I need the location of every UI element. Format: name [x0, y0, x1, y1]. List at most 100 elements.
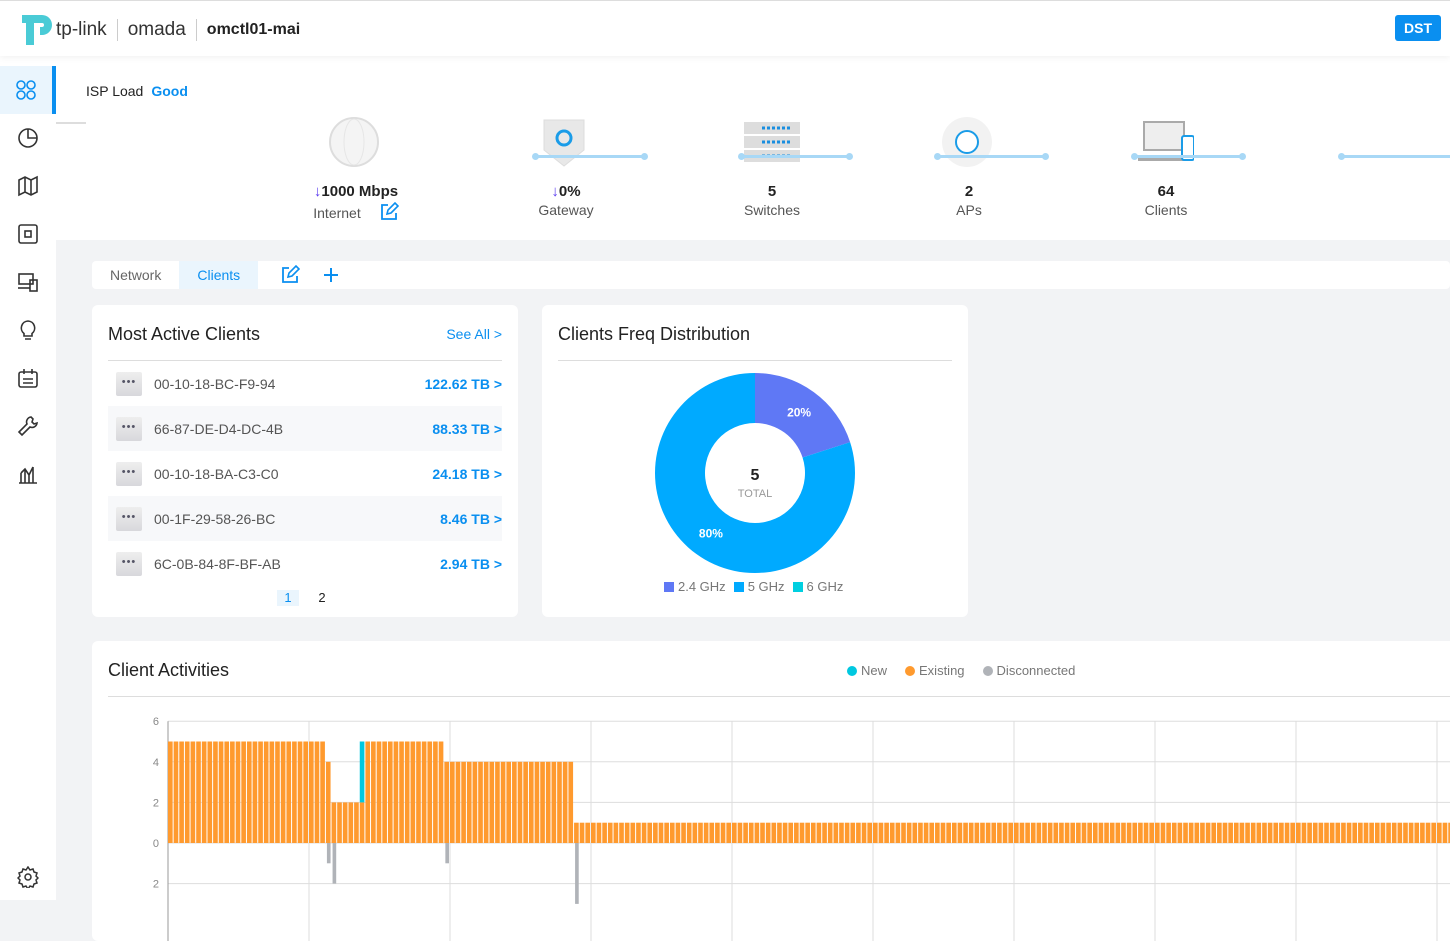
bar-existing[interactable] — [506, 761, 512, 843]
tab-clients[interactable]: Clients — [179, 261, 259, 289]
add-icon[interactable] — [322, 266, 340, 284]
edit-icon[interactable] — [280, 265, 301, 285]
bar-existing[interactable] — [201, 741, 207, 844]
bar-existing[interactable] — [213, 741, 218, 844]
client-row[interactable]: ••• 00-10-18-BA-C3-C0 24.18 TB > — [108, 451, 502, 496]
sidebar-item-reports[interactable] — [0, 450, 56, 498]
bar-existing[interactable] — [438, 741, 444, 844]
bar-existing[interactable] — [974, 822, 980, 843]
bar-existing[interactable] — [1358, 822, 1363, 843]
bar-existing[interactable] — [765, 822, 771, 843]
topology-node-clients[interactable]: 64 Clients — [1096, 116, 1236, 218]
bar-existing[interactable] — [551, 761, 557, 843]
sidebar-item-logs[interactable] — [0, 354, 56, 402]
bar-existing[interactable] — [1042, 822, 1047, 843]
bar-existing[interactable] — [1002, 822, 1008, 843]
bar-existing[interactable] — [512, 761, 517, 843]
bar-existing[interactable] — [354, 802, 359, 843]
bar-existing[interactable] — [1431, 822, 1436, 843]
bar-existing[interactable] — [1403, 822, 1408, 843]
bar-existing[interactable] — [224, 741, 230, 844]
bar-existing[interactable] — [292, 741, 297, 844]
bar-existing[interactable] — [1341, 822, 1346, 843]
bar-existing[interactable] — [331, 802, 337, 843]
bar-existing[interactable] — [528, 761, 534, 843]
bar-existing[interactable] — [523, 761, 528, 843]
bar-existing[interactable] — [466, 761, 472, 843]
bar-existing[interactable] — [489, 761, 495, 843]
bar-existing[interactable] — [929, 822, 935, 843]
bar-existing[interactable] — [613, 822, 619, 843]
bar-existing[interactable] — [393, 741, 399, 844]
bar-existing[interactable] — [997, 822, 1002, 843]
bar-existing[interactable] — [805, 822, 810, 843]
bar-existing[interactable] — [461, 761, 466, 843]
bar-existing[interactable] — [478, 761, 483, 843]
bar-existing[interactable] — [732, 822, 737, 843]
bar-existing[interactable] — [636, 822, 641, 843]
legend-item[interactable]: 5 GHz — [733, 579, 785, 594]
bar-existing[interactable] — [861, 822, 867, 843]
bar-existing[interactable] — [399, 741, 404, 844]
bar-existing[interactable] — [275, 741, 280, 844]
bar-disconnected[interactable] — [326, 843, 331, 864]
bar-existing[interactable] — [562, 761, 568, 843]
bar-existing[interactable] — [365, 741, 371, 844]
bar-existing[interactable] — [207, 741, 213, 844]
bar-existing[interactable] — [1143, 822, 1149, 843]
bar-existing[interactable] — [946, 822, 951, 843]
bar-existing[interactable] — [1126, 822, 1132, 843]
client-row[interactable]: ••• 66-87-DE-D4-DC-4B 88.33 TB > — [108, 406, 502, 451]
tab-network[interactable]: Network — [92, 261, 179, 289]
bar-existing[interactable] — [1109, 822, 1115, 843]
bar-existing[interactable] — [681, 822, 686, 843]
client-row[interactable]: ••• 00-1F-29-58-26-BC 8.46 TB > — [108, 496, 502, 541]
bar-existing[interactable] — [1115, 822, 1121, 843]
bar-existing[interactable] — [669, 822, 675, 843]
bar-existing[interactable] — [1025, 822, 1030, 843]
bar-existing[interactable] — [168, 741, 173, 844]
bar-existing[interactable] — [517, 761, 523, 843]
client-usage[interactable]: 24.18 TB > — [432, 466, 502, 482]
bar-existing[interactable] — [968, 822, 974, 843]
bar-existing[interactable] — [568, 761, 574, 843]
bar-existing[interactable] — [867, 822, 872, 843]
bar-existing[interactable] — [940, 822, 946, 843]
bar-existing[interactable] — [1200, 822, 1205, 843]
bar-disconnected[interactable] — [332, 843, 337, 884]
bar-existing[interactable] — [1132, 822, 1138, 843]
bar-existing[interactable] — [816, 822, 822, 843]
bar-existing[interactable] — [703, 822, 709, 843]
bar-existing[interactable] — [1391, 822, 1397, 843]
bar-existing[interactable] — [1087, 822, 1092, 843]
sidebar-item-insight[interactable] — [0, 306, 56, 354]
bar-existing[interactable] — [980, 822, 985, 843]
bar-existing[interactable] — [1420, 822, 1425, 843]
topology-node-gateway[interactable]: ↓0% Gateway — [496, 116, 636, 218]
client-row[interactable]: ••• 6C-0B-84-8F-BF-AB 2.94 TB > — [108, 541, 502, 586]
bar-existing[interactable] — [416, 741, 421, 844]
bar-existing[interactable] — [675, 822, 681, 843]
bar-existing[interactable] — [545, 761, 551, 843]
bar-existing[interactable] — [1217, 822, 1222, 843]
bar-existing[interactable] — [382, 741, 387, 844]
bar-existing[interactable] — [1414, 822, 1420, 843]
sidebar-item-devices[interactable] — [0, 210, 56, 258]
bar-existing[interactable] — [1222, 822, 1228, 843]
sidebar-item-map[interactable] — [0, 162, 56, 210]
bar-existing[interactable] — [1250, 822, 1256, 843]
bar-existing[interactable] — [754, 822, 760, 843]
bar-existing[interactable] — [1081, 822, 1087, 843]
bar-existing[interactable] — [1233, 822, 1239, 843]
bar-existing[interactable] — [196, 741, 201, 844]
bar-existing[interactable] — [788, 822, 794, 843]
bar-existing[interactable] — [241, 741, 246, 844]
bar-existing[interactable] — [1155, 822, 1160, 843]
bar-existing[interactable] — [1019, 822, 1025, 843]
bar-existing[interactable] — [985, 822, 991, 843]
bar-existing[interactable] — [1239, 822, 1245, 843]
bar-existing[interactable] — [1273, 822, 1279, 843]
bar-existing[interactable] — [269, 741, 275, 844]
bar-existing[interactable] — [433, 741, 438, 844]
bar-existing[interactable] — [1205, 822, 1211, 843]
